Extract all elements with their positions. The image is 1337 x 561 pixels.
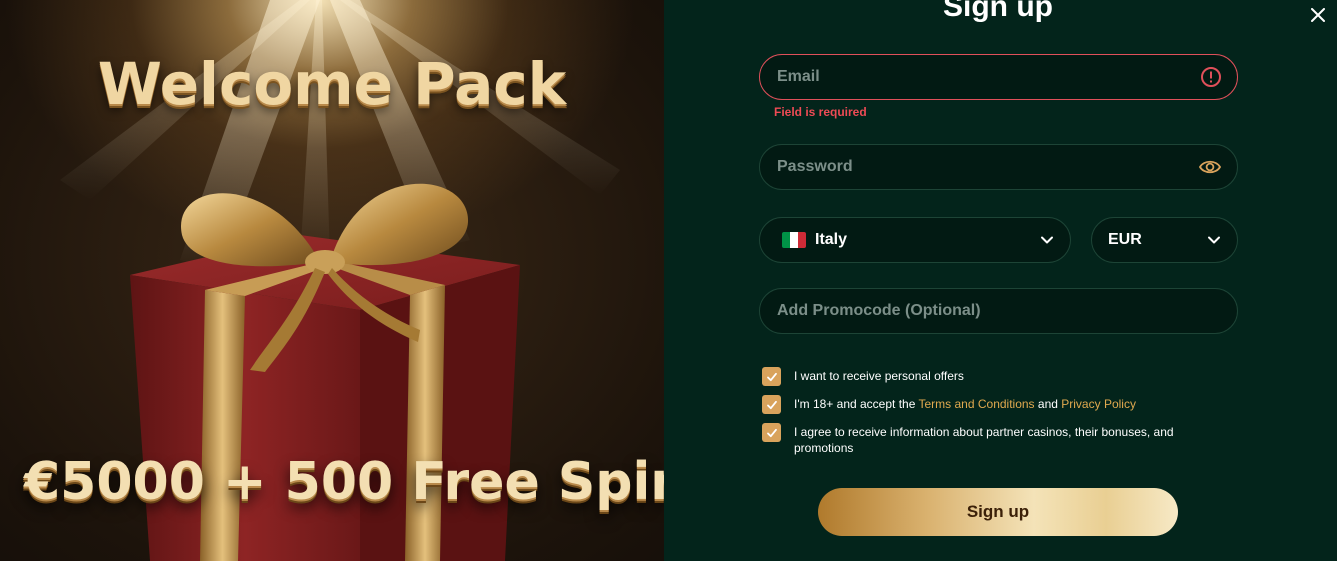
close-icon bbox=[1311, 8, 1325, 22]
signup-submit-button[interactable]: Sign up bbox=[818, 488, 1178, 536]
personal-offers-label: I want to receive personal offers bbox=[794, 369, 964, 383]
checkbox-row-personal-offers: I want to receive personal offers bbox=[762, 367, 1192, 386]
email-field-wrapper bbox=[759, 54, 1238, 100]
terms-prefix-text: I'm 18+ and accept the bbox=[794, 397, 919, 411]
promo-offer: €5000 + 500 Free Spins bbox=[24, 452, 664, 512]
terms-checkbox[interactable] bbox=[762, 395, 781, 414]
checkbox-row-partner-info: I agree to receive information about par… bbox=[762, 423, 1192, 456]
check-icon bbox=[766, 428, 777, 437]
privacy-policy-link[interactable]: Privacy Policy bbox=[1061, 397, 1136, 411]
promo-banner: Welcome Pack €5000 + 500 Free Spins bbox=[0, 0, 664, 561]
signup-title: Sign up bbox=[943, 0, 1053, 23]
password-input[interactable] bbox=[775, 157, 1198, 177]
email-error-message: Field is required bbox=[774, 105, 867, 119]
check-icon bbox=[766, 372, 777, 381]
promocode-input[interactable] bbox=[775, 301, 1222, 321]
terms-link[interactable]: Terms and Conditions bbox=[919, 397, 1035, 411]
promo-title: Welcome Pack bbox=[97, 50, 567, 118]
signup-panel: Sign up Field is required Italy bbox=[664, 0, 1337, 561]
terms-label: I'm 18+ and accept the Terms and Conditi… bbox=[794, 396, 1136, 412]
password-field-wrapper bbox=[759, 144, 1238, 190]
country-value: Italy bbox=[815, 231, 848, 248]
promocode-field-wrapper bbox=[759, 288, 1238, 334]
partner-info-checkbox[interactable] bbox=[762, 423, 781, 442]
check-icon bbox=[766, 400, 777, 409]
currency-value: EUR bbox=[1108, 231, 1142, 248]
checkbox-row-terms: I'm 18+ and accept the Terms and Conditi… bbox=[762, 395, 1192, 414]
close-button[interactable] bbox=[1307, 4, 1329, 26]
currency-select[interactable]: EUR bbox=[1091, 217, 1238, 263]
partner-info-label: I agree to receive information about par… bbox=[794, 425, 1174, 455]
email-input[interactable] bbox=[775, 67, 1200, 87]
consent-checkboxes: I want to receive personal offers I'm 18… bbox=[762, 367, 1192, 465]
terms-middle-text: and bbox=[1034, 397, 1062, 411]
country-select[interactable]: Italy bbox=[759, 217, 1071, 263]
chevron-down-icon bbox=[1208, 236, 1220, 244]
eye-icon[interactable] bbox=[1198, 155, 1222, 179]
italy-flag-icon bbox=[782, 232, 806, 248]
chevron-down-icon bbox=[1041, 236, 1053, 244]
personal-offers-checkbox[interactable] bbox=[762, 367, 781, 386]
alert-circle-icon bbox=[1201, 67, 1221, 87]
